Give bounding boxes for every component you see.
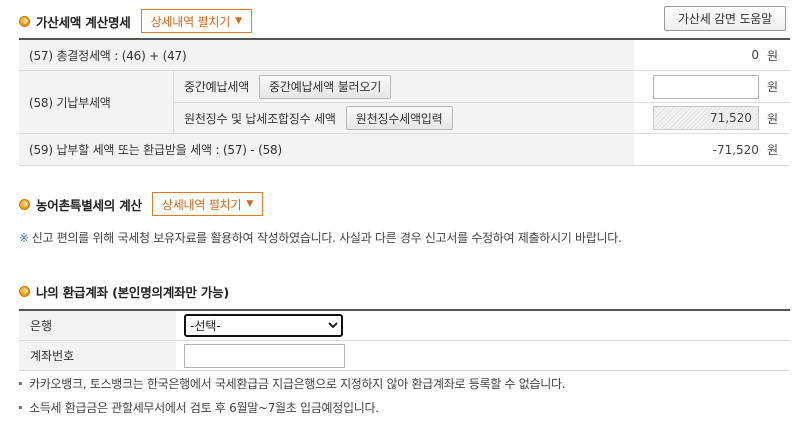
note-item: 카카오뱅크, 토스뱅크는 한국은행에서 국세환급금 지급은행으로 지정하지 않아… xyxy=(19,375,566,392)
note-text: 소득세 환급금은 관할세무서에서 검토 후 6월말~7월초 입금예정입니다. xyxy=(29,401,379,415)
load-interim-button[interactable]: 중간예납세액 불러오기 xyxy=(259,74,392,99)
interim-row: 중간예납세액 중간예납세액 불러오기 원 xyxy=(174,71,790,103)
rural-expand-label: 상세내역 펼치기 xyxy=(161,197,242,212)
paid-label: (58) 기납부세액 xyxy=(19,71,174,133)
table-row-payable: (59) 납부할 세액 또는 환급받을 세액 : (57) - (58) -71… xyxy=(19,134,790,166)
payable-unit: 원 xyxy=(766,143,778,157)
refund-section-title: 나의 환급계좌 (본인명의계좌만 가능) xyxy=(36,285,229,300)
tax-section-title: 가산세액 계산명세 xyxy=(36,14,131,30)
withholding-row: 원천징수 및 납세조합징수 세액 원천징수세액입력 71,520 원 xyxy=(174,103,790,133)
bank-select[interactable]: -선택- xyxy=(184,314,343,337)
bank-label: 은행 xyxy=(19,311,176,340)
total-value: 0 xyxy=(751,48,759,62)
total-label: (57) 총결정세액 : (46) + (47) xyxy=(19,40,634,70)
section-bullet-icon xyxy=(19,198,30,210)
tax-expand-button[interactable]: 상세내역 펼치기 ▼ xyxy=(140,9,252,33)
section-bullet-icon xyxy=(19,286,30,297)
withholding-value: 71,520 xyxy=(652,106,759,130)
rural-section-title: 농어촌특별세의 계산 xyxy=(36,197,142,213)
rural-expand-button[interactable]: 상세내역 펼치기 ▼ xyxy=(151,192,264,216)
account-number-input[interactable] xyxy=(184,343,345,368)
refund-account-table: 은행 -선택- 계좌번호 xyxy=(19,309,790,371)
withholding-label: 원천징수 및 납세조합징수 세액 xyxy=(184,111,336,126)
notice-text: ※ 신고 편의를 위해 국세청 보유자료를 활용하여 작성하였습니다. 사실과 다… xyxy=(19,229,622,246)
payable-label: (59) 납부할 세액 또는 환급받을 세액 : (57) - (58) xyxy=(19,134,634,165)
caret-down-icon: ▼ xyxy=(246,199,254,209)
withholding-input-button[interactable]: 원천징수세액입력 xyxy=(345,106,453,130)
reference-mark-icon: ※ xyxy=(19,231,29,245)
notice-body: 신고 편의를 위해 국세청 보유자료를 활용하여 작성하였습니다. 사실과 다른… xyxy=(31,231,622,245)
caret-down-icon: ▼ xyxy=(235,16,242,26)
withholding-unit: 원 xyxy=(766,111,778,126)
payable-value: -71,520 xyxy=(712,142,759,157)
bank-row: 은행 -선택- xyxy=(19,311,790,341)
account-row: 계좌번호 xyxy=(19,341,790,371)
help-button[interactable]: 가산세 감면 도움말 xyxy=(664,6,786,31)
bullet-dot-icon xyxy=(19,381,22,385)
tax-expand-label: 상세내역 펼치기 xyxy=(150,14,231,29)
bullet-dot-icon xyxy=(19,405,22,409)
tax-table: (57) 총결정세액 : (46) + (47) 0 원 (58) 기납부세액 … xyxy=(19,38,790,166)
account-label: 계좌번호 xyxy=(19,341,176,370)
table-row-paid: (58) 기납부세액 중간예납세액 중간예납세액 불러오기 원 원천징수 및 납… xyxy=(19,71,790,134)
note-item: 소득세 환급금은 관할세무서에서 검토 후 6월말~7월초 입금예정입니다. xyxy=(19,399,379,416)
total-unit: 원 xyxy=(766,48,778,63)
interim-label: 중간예납세액 xyxy=(184,80,250,94)
table-row-total: (57) 총결정세액 : (46) + (47) 0 원 xyxy=(19,40,790,71)
rural-section-header: 농어촌특별세의 계산 상세내역 펼치기 ▼ xyxy=(19,192,264,216)
interim-unit: 원 xyxy=(766,80,778,94)
section-bullet-icon xyxy=(19,15,30,27)
refund-section-header: 나의 환급계좌 (본인명의계좌만 가능) xyxy=(19,282,229,301)
interim-input[interactable] xyxy=(652,74,759,99)
tax-section-header: 가산세액 계산명세 상세내역 펼치기 ▼ xyxy=(19,9,252,33)
note-text: 카카오뱅크, 토스뱅크는 한국은행에서 국세환급금 지급은행으로 지정하지 않아… xyxy=(29,377,566,391)
